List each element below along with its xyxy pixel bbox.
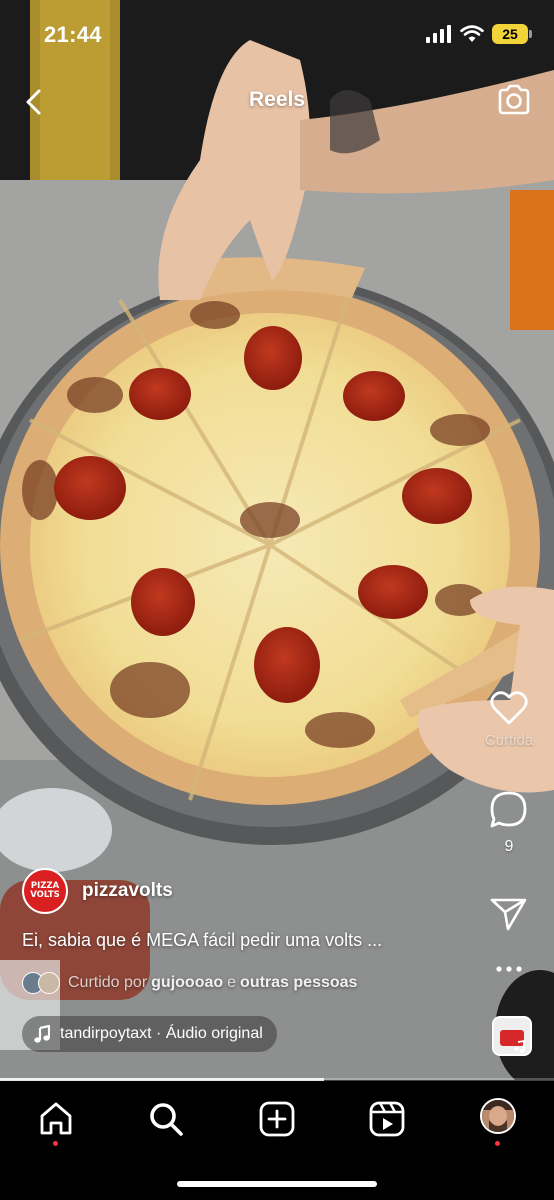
cellular-signal-icon bbox=[426, 25, 451, 43]
more-dots-icon[interactable] bbox=[495, 964, 523, 974]
post-caption[interactable]: Ei, sabia que é MEGA fácil pedir uma vol… bbox=[22, 930, 382, 951]
camera-icon[interactable] bbox=[496, 82, 532, 118]
comment-action[interactable]: 9 bbox=[464, 790, 554, 856]
audio-label: tandirpoytaxt · Áudio original bbox=[60, 1025, 263, 1042]
author-avatar-logo-line-2: VOLTS bbox=[30, 890, 60, 900]
home-notification-dot bbox=[53, 1141, 58, 1146]
home-indicator bbox=[177, 1181, 377, 1187]
heart-icon[interactable] bbox=[489, 690, 529, 726]
home-icon[interactable] bbox=[36, 1099, 76, 1139]
audio-pill[interactable]: tandirpoytaxt · Áudio original bbox=[22, 1016, 277, 1052]
battery-indicator: 25 bbox=[492, 24, 532, 44]
liked-by-prefix: Curtido por bbox=[68, 974, 148, 991]
post-author[interactable]: PIZZA VOLTS pizzavolts bbox=[22, 868, 173, 914]
liked-by-user[interactable]: gujoooao bbox=[151, 974, 223, 992]
avatar bbox=[38, 972, 60, 994]
page-title: Reels bbox=[248, 88, 306, 111]
author-username[interactable]: pizzavolts bbox=[82, 880, 173, 902]
author-avatar[interactable]: PIZZA VOLTS bbox=[22, 868, 68, 914]
audio-cover-image bbox=[494, 1018, 530, 1054]
liked-by[interactable]: Curtido por gujoooao e outras pessoas bbox=[22, 972, 361, 994]
search-icon[interactable] bbox=[146, 1099, 186, 1139]
create-post-icon[interactable] bbox=[257, 1099, 297, 1139]
share-action[interactable] bbox=[464, 896, 554, 932]
liked-by-others[interactable]: outras pessoas bbox=[240, 974, 357, 992]
send-paper-plane-icon[interactable] bbox=[490, 896, 528, 932]
audio-thumbnail[interactable] bbox=[492, 1016, 532, 1056]
reels-icon[interactable] bbox=[367, 1099, 407, 1139]
status-bar: 21:44 25 bbox=[0, 0, 554, 70]
profile-photo bbox=[482, 1100, 514, 1132]
music-note-icon bbox=[34, 1025, 50, 1043]
bottom-tab-bar bbox=[0, 1081, 554, 1200]
more-options-button[interactable] bbox=[464, 964, 554, 974]
status-time: 21:44 bbox=[44, 22, 102, 47]
liked-by-avatars bbox=[22, 972, 64, 994]
profile-notification-dot bbox=[495, 1141, 500, 1146]
profile-avatar[interactable] bbox=[480, 1098, 516, 1134]
wifi-icon bbox=[460, 25, 484, 42]
liked-by-conjunction: e bbox=[227, 974, 237, 991]
status-icons: 25 bbox=[426, 24, 532, 44]
comment-count: 9 bbox=[504, 838, 514, 855]
like-label: Curtida bbox=[484, 732, 534, 749]
like-action[interactable]: Curtida bbox=[464, 690, 554, 749]
comment-bubble-icon[interactable] bbox=[489, 790, 529, 830]
